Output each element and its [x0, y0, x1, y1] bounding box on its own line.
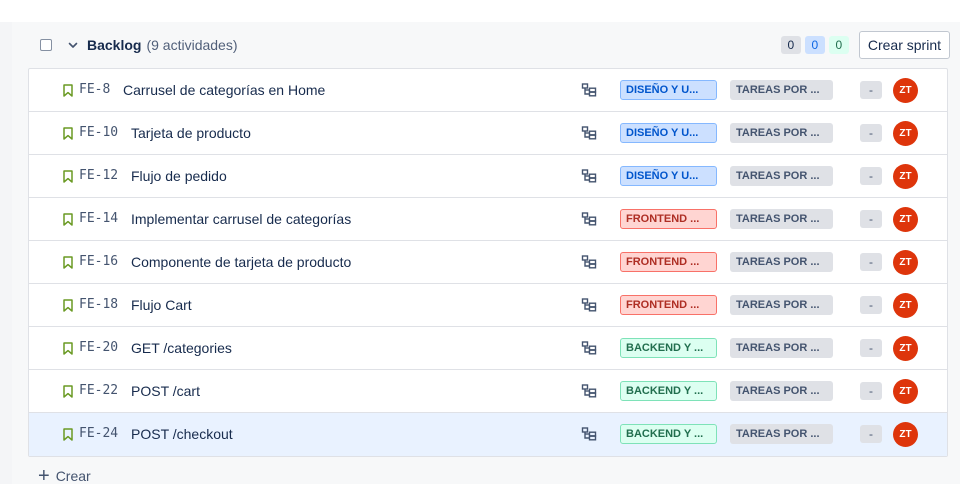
bookmark-icon — [63, 256, 73, 269]
subtask-tree-icon[interactable] — [581, 298, 597, 312]
issue-summary[interactable]: Componente de tarjeta de producto — [131, 254, 351, 270]
epic-lozenge[interactable]: DISEÑO Y U... — [620, 80, 717, 100]
status-lozenge[interactable]: TAREAS POR ... — [730, 123, 833, 143]
assignee-avatar[interactable]: ZT — [893, 336, 918, 361]
issue-key[interactable]: FE-12 — [79, 168, 118, 183]
story-points-estimate[interactable]: - — [860, 167, 882, 185]
issue-key[interactable]: FE-8 — [79, 82, 110, 97]
issue-row[interactable]: FE-10 Tarjeta de producto DISEÑO Y U... … — [29, 112, 947, 155]
status-lozenge[interactable]: TAREAS POR ... — [730, 252, 833, 272]
bookmark-icon — [63, 84, 73, 97]
story-points-estimate[interactable]: - — [860, 382, 882, 400]
issue-count: (9 actividades) — [146, 37, 238, 53]
issue-key[interactable]: FE-16 — [79, 254, 118, 269]
epic-lozenge[interactable]: DISEÑO Y U... — [620, 166, 717, 186]
issue-summary[interactable]: GET /categories — [131, 340, 232, 356]
create-issue-button[interactable]: + Crear — [38, 465, 91, 487]
status-lozenge[interactable]: TAREAS POR ... — [730, 166, 833, 186]
issue-summary[interactable]: Carrusel de categorías en Home — [123, 82, 325, 98]
issue-row[interactable]: FE-24 POST /checkout BACKEND Y ... TAREA… — [29, 413, 947, 456]
todo-count-badge: 0 — [780, 36, 801, 54]
backlog-header: Backlog (9 actividades) 0 0 0 Crear spri… — [12, 22, 960, 68]
issue-key[interactable]: FE-20 — [79, 340, 118, 355]
issue-summary[interactable]: Flujo Cart — [131, 297, 192, 313]
backlog-title[interactable]: Backlog — [87, 37, 141, 53]
story-points-estimate[interactable]: - — [860, 210, 882, 228]
chevron-down-icon[interactable] — [66, 38, 80, 52]
bookmark-icon — [63, 213, 73, 226]
status-lozenge[interactable]: TAREAS POR ... — [730, 80, 833, 100]
bookmark-icon — [63, 127, 73, 140]
bookmark-icon — [63, 428, 73, 441]
subtask-tree-icon[interactable] — [581, 126, 597, 140]
story-points-estimate[interactable]: - — [860, 81, 882, 99]
issue-row[interactable]: FE-12 Flujo de pedido DISEÑO Y U... TARE… — [29, 155, 947, 198]
subtask-tree-icon[interactable] — [581, 341, 597, 355]
bookmark-icon — [63, 385, 73, 398]
story-points-estimate[interactable]: - — [860, 124, 882, 142]
story-points-estimate[interactable]: - — [860, 253, 882, 271]
issue-key[interactable]: FE-24 — [79, 426, 118, 441]
assignee-avatar[interactable]: ZT — [893, 78, 918, 103]
issue-key[interactable]: FE-10 — [79, 125, 118, 140]
subtask-tree-icon[interactable] — [581, 384, 597, 398]
status-lozenge[interactable]: TAREAS POR ... — [730, 338, 833, 358]
backlog-page: Backlog (9 actividades) 0 0 0 Crear spri… — [0, 0, 960, 487]
left-shade — [0, 22, 12, 484]
issue-row[interactable]: FE-18 Flujo Cart FRONTEND ... TAREAS POR… — [29, 284, 947, 327]
epic-lozenge[interactable]: FRONTEND ... — [620, 295, 717, 315]
issue-row[interactable]: FE-8 Carrusel de categorías en Home DISE… — [29, 69, 947, 112]
bookmark-icon — [63, 299, 73, 312]
epic-lozenge[interactable]: DISEÑO Y U... — [620, 123, 717, 143]
assignee-avatar[interactable]: ZT — [893, 422, 918, 447]
issue-key[interactable]: FE-22 — [79, 383, 118, 398]
issue-summary[interactable]: Tarjeta de producto — [131, 125, 251, 141]
epic-lozenge[interactable]: BACKEND Y ... — [620, 424, 717, 444]
create-issue-label: Crear — [55, 468, 91, 484]
issue-key[interactable]: FE-14 — [79, 211, 118, 226]
assignee-avatar[interactable]: ZT — [893, 164, 918, 189]
epic-lozenge[interactable]: FRONTEND ... — [620, 252, 717, 272]
bookmark-icon — [63, 170, 73, 183]
assignee-avatar[interactable]: ZT — [893, 250, 918, 275]
status-lozenge[interactable]: TAREAS POR ... — [730, 295, 833, 315]
issue-summary[interactable]: POST /cart — [131, 383, 200, 399]
epic-lozenge[interactable]: BACKEND Y ... — [620, 381, 717, 401]
issue-list: FE-8 Carrusel de categorías en Home DISE… — [28, 68, 948, 457]
epic-lozenge[interactable]: FRONTEND ... — [620, 209, 717, 229]
plus-icon: + — [38, 465, 50, 487]
assignee-avatar[interactable]: ZT — [893, 293, 918, 318]
story-points-estimate[interactable]: - — [860, 425, 882, 443]
subtask-tree-icon[interactable] — [581, 427, 597, 441]
epic-lozenge[interactable]: BACKEND Y ... — [620, 338, 717, 358]
select-all-checkbox[interactable] — [40, 39, 52, 51]
issue-summary[interactable]: POST /checkout — [131, 426, 233, 442]
in-progress-count-badge: 0 — [804, 36, 825, 54]
subtask-tree-icon[interactable] — [581, 212, 597, 226]
assignee-avatar[interactable]: ZT — [893, 121, 918, 146]
create-sprint-button[interactable]: Crear sprint — [858, 31, 950, 59]
story-points-estimate[interactable]: - — [860, 339, 882, 357]
status-lozenge[interactable]: TAREAS POR ... — [730, 424, 833, 444]
header-actions: 0 0 0 Crear sprint — [777, 31, 950, 59]
assignee-avatar[interactable]: ZT — [893, 379, 918, 404]
subtask-tree-icon[interactable] — [581, 169, 597, 183]
issue-row[interactable]: FE-20 GET /categories BACKEND Y ... TARE… — [29, 327, 947, 370]
subtask-tree-icon[interactable] — [581, 255, 597, 269]
status-lozenge[interactable]: TAREAS POR ... — [730, 381, 833, 401]
done-count-badge: 0 — [828, 36, 849, 54]
status-lozenge[interactable]: TAREAS POR ... — [730, 209, 833, 229]
issue-key[interactable]: FE-18 — [79, 297, 118, 312]
story-points-estimate[interactable]: - — [860, 296, 882, 314]
issue-summary[interactable]: Flujo de pedido — [131, 168, 227, 184]
issue-summary[interactable]: Implementar carrusel de categorías — [131, 211, 351, 227]
issue-row[interactable]: FE-22 POST /cart BACKEND Y ... TAREAS PO… — [29, 370, 947, 413]
assignee-avatar[interactable]: ZT — [893, 207, 918, 232]
issue-row[interactable]: FE-14 Implementar carrusel de categorías… — [29, 198, 947, 241]
bookmark-icon — [63, 342, 73, 355]
issue-row[interactable]: FE-16 Componente de tarjeta de producto … — [29, 241, 947, 284]
subtask-tree-icon[interactable] — [581, 83, 597, 97]
